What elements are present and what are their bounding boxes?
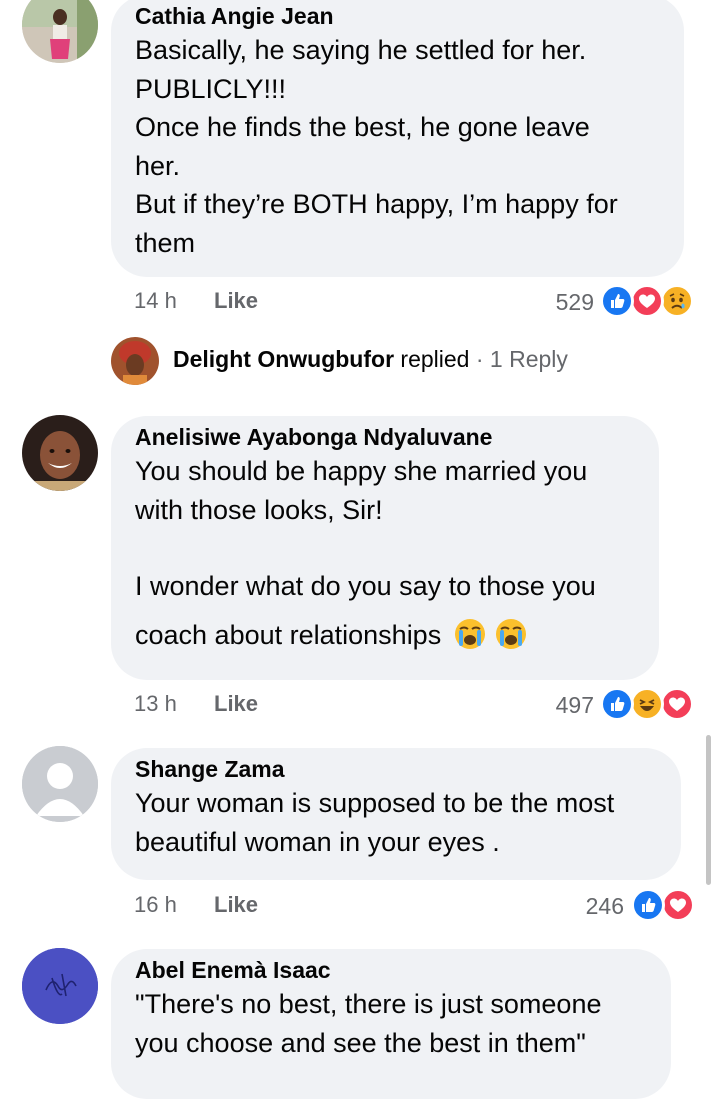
loudly-crying-emoji (494, 617, 528, 651)
like-button[interactable]: Like (214, 288, 258, 314)
like-icon (631, 888, 665, 922)
comment-text: Your woman is supposed to be the most be… (135, 788, 615, 857)
scrollbar[interactable] (706, 735, 711, 885)
view-replies-link[interactable]: Delight Onwugbufor replied · 1 Reply (173, 346, 568, 373)
comment-meta: 13 h Like (134, 691, 334, 721)
loudly-crying-emoji (453, 617, 487, 651)
sad-icon (660, 284, 694, 318)
comment-text: Basically, he saying he settled for her.… (135, 35, 618, 258)
reaction-count[interactable]: 529 (530, 289, 594, 316)
comment-author[interactable]: Shange Zama (135, 754, 657, 784)
reply-author: Delight Onwugbufor (173, 346, 395, 372)
like-icon (600, 284, 634, 318)
comment-meta: 16 h Like (134, 892, 334, 922)
like-button[interactable]: Like (214, 892, 258, 918)
comment-text: "There's no best, there is just someone … (135, 989, 602, 1058)
comment-bubble-shange: Shange Zama Your woman is supposed to be… (111, 748, 681, 880)
comment-text: You should be happy she married you with… (135, 456, 596, 651)
haha-icon (630, 687, 664, 721)
comment-bubble-cathia: Cathia Angie Jean Basically, he saying h… (111, 0, 684, 277)
avatar-delight[interactable] (111, 337, 159, 385)
comment-bubble-abel: Abel Enemà Isaac "There's no best, there… (111, 949, 671, 1099)
reaction-count[interactable]: 497 (530, 692, 594, 719)
avatar-anelisiwe[interactable] (22, 415, 98, 491)
comment-timestamp[interactable]: 14 h (134, 288, 177, 313)
reaction-count[interactable]: 246 (560, 893, 624, 920)
reply-count: 1 Reply (489, 346, 568, 372)
love-icon (660, 687, 694, 721)
avatar-abel[interactable] (22, 948, 98, 1024)
like-icon (600, 687, 634, 721)
like-button[interactable]: Like (214, 691, 258, 717)
reply-action: replied (400, 346, 470, 372)
comment-timestamp[interactable]: 16 h (134, 892, 177, 917)
love-icon (661, 888, 695, 922)
avatar-shange[interactable] (22, 746, 98, 822)
comment-author[interactable]: Abel Enemà Isaac (135, 955, 647, 985)
comment-timestamp[interactable]: 13 h (134, 691, 177, 716)
reply-separator: · (475, 346, 484, 372)
love-icon (630, 284, 664, 318)
comment-author[interactable]: Cathia Angie Jean (135, 1, 660, 31)
comment-author[interactable]: Anelisiwe Ayabonga Ndyaluvane (135, 422, 635, 452)
avatar-cathia[interactable] (22, 0, 98, 63)
comment-meta: 14 h Like (134, 288, 334, 318)
comment-bubble-anelisiwe: Anelisiwe Ayabonga Ndyaluvane You should… (111, 416, 659, 680)
